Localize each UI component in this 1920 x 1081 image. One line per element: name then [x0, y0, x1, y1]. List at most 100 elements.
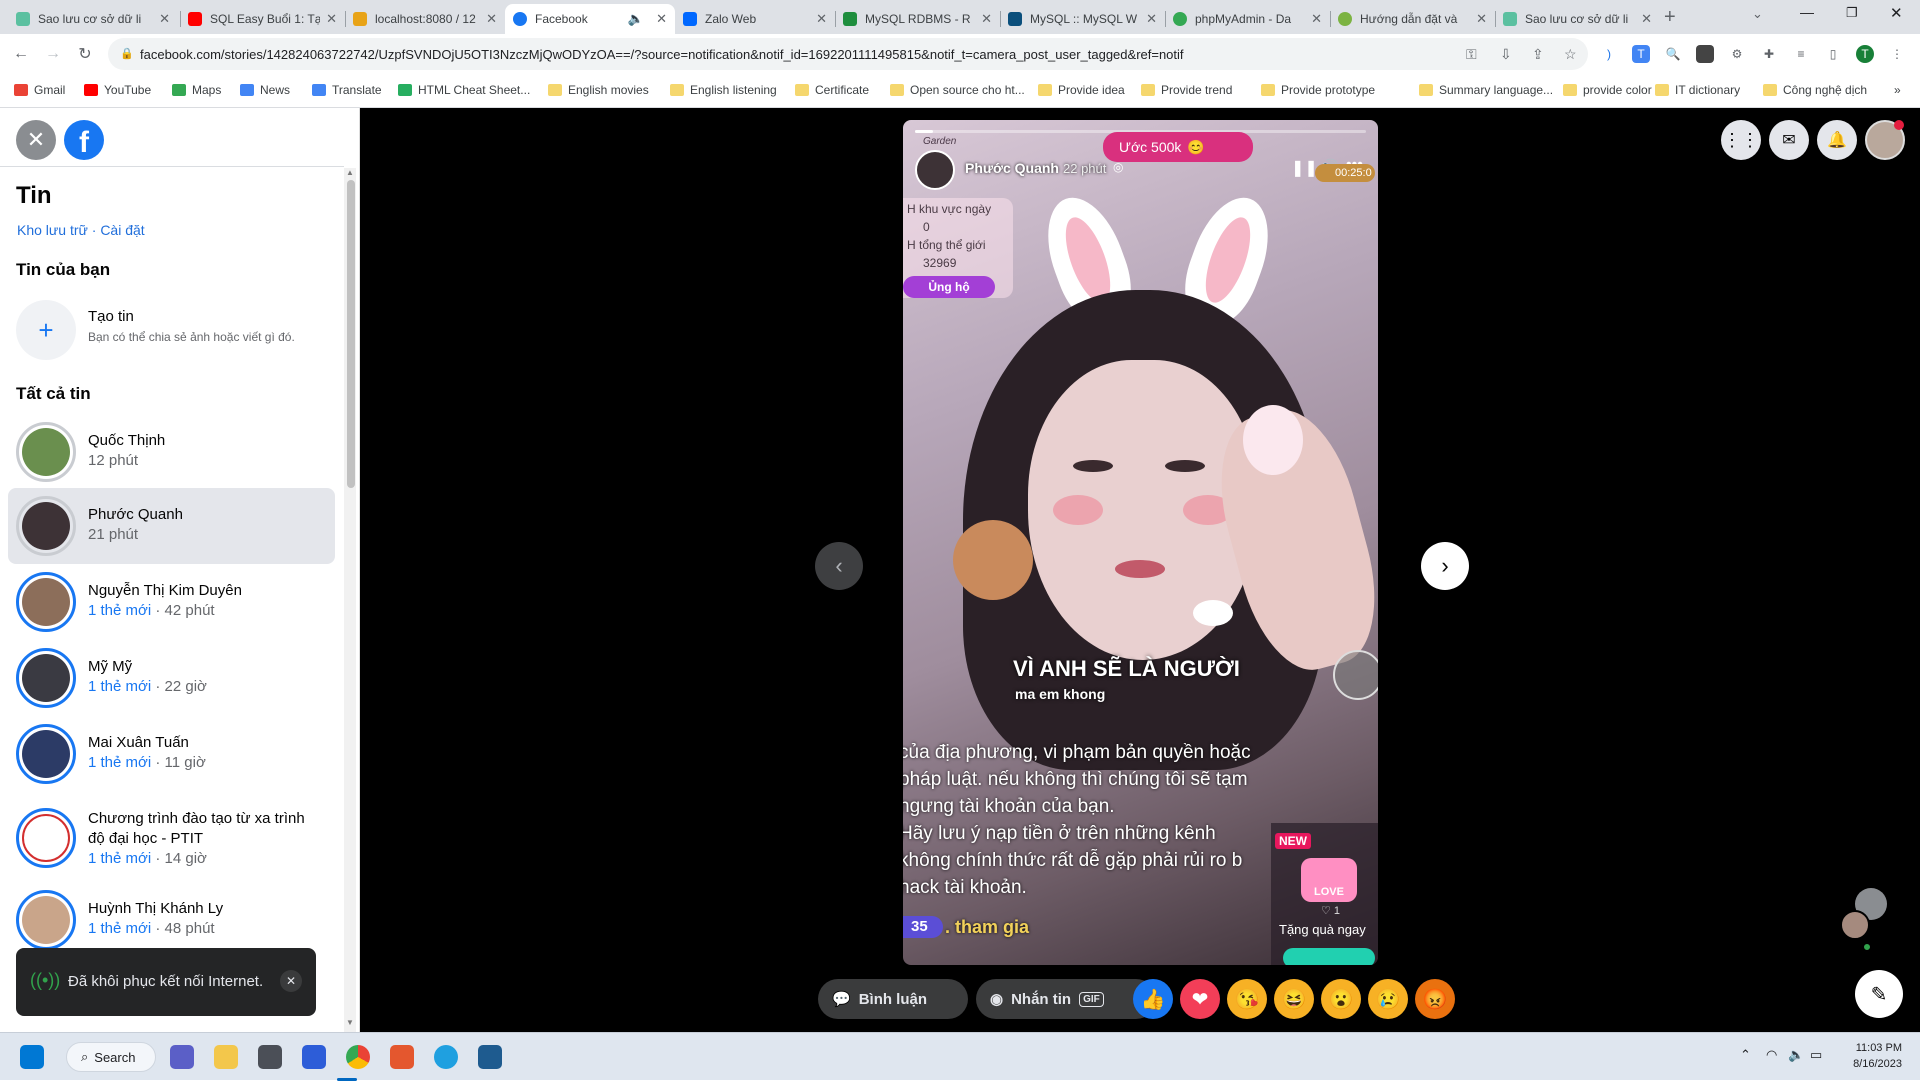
- restore-button[interactable]: ❐: [1846, 5, 1858, 21]
- bookmark-item[interactable]: News: [240, 83, 290, 97]
- bookmark-item[interactable]: Provide idea: [1038, 83, 1125, 97]
- bookmark-item[interactable]: Provide trend: [1141, 83, 1232, 97]
- story-list-item[interactable]: Mai Xuân Tuấn 1 thẻ mới · 11 giờ: [8, 716, 335, 792]
- menu-grid-icon[interactable]: ⋮⋮: [1721, 120, 1761, 160]
- tab-8[interactable]: phpMyAdmin - Da ✕: [1165, 4, 1330, 34]
- archive-settings-links[interactable]: Kho lưu trữ · Cài đặt: [17, 222, 145, 238]
- more-bookmarks-button[interactable]: »: [1894, 83, 1901, 97]
- key-icon[interactable]: ⚿: [1466, 46, 1477, 63]
- wifi-tray-icon[interactable]: ◠: [1766, 1047, 1777, 1063]
- minimize-button[interactable]: —: [1800, 4, 1814, 20]
- tab-1[interactable]: Sao lưu cơ sở dữ li ✕: [8, 4, 178, 34]
- story-list-item[interactable]: Mỹ Mỹ 1 thẻ mới · 22 giờ: [8, 640, 335, 716]
- bookmark-item[interactable]: Summary language...: [1419, 83, 1553, 97]
- teams-icon[interactable]: [170, 1045, 194, 1069]
- tab-6[interactable]: MySQL RDBMS - R ✕: [835, 4, 1000, 34]
- app-icon[interactable]: [390, 1045, 414, 1069]
- close-tab-icon[interactable]: ✕: [981, 11, 992, 27]
- bookmark-item[interactable]: Gmail: [14, 83, 65, 97]
- close-tab-icon[interactable]: ✕: [656, 11, 667, 27]
- close-tab-icon[interactable]: ✕: [816, 11, 827, 27]
- bookmark-item[interactable]: Provide prototype: [1261, 83, 1375, 97]
- message-input[interactable]: ◉ Nhắn tin GIF: [976, 979, 1156, 1019]
- profile-avatar[interactable]: T: [1856, 45, 1874, 63]
- media-control-icon[interactable]: ≡: [1792, 45, 1810, 63]
- bookmark-item[interactable]: HTML Cheat Sheet...: [398, 83, 530, 97]
- reaction-haha-icon[interactable]: 😆: [1274, 979, 1314, 1019]
- edge-icon[interactable]: [434, 1045, 458, 1069]
- author-avatar[interactable]: [915, 150, 955, 190]
- close-toast-icon[interactable]: ✕: [280, 970, 302, 992]
- reaction-love-icon[interactable]: ❤: [1180, 979, 1220, 1019]
- reaction-wow-icon[interactable]: 😮: [1321, 979, 1361, 1019]
- scrollbar-thumb[interactable]: [347, 180, 355, 488]
- chrome-icon[interactable]: [346, 1045, 370, 1069]
- bookmark-star-icon[interactable]: ☆: [1564, 46, 1577, 63]
- close-tab-icon[interactable]: ✕: [486, 11, 497, 27]
- close-tab-icon[interactable]: ✕: [326, 11, 337, 27]
- windows-start-icon[interactable]: [20, 1045, 44, 1069]
- facebook-logo[interactable]: f: [64, 120, 104, 160]
- side-panel-icon[interactable]: ▯: [1824, 45, 1842, 63]
- address-bar[interactable]: 🔒 facebook.com/stories/142824063722742/U…: [108, 38, 1588, 70]
- new-tab-button[interactable]: +: [1664, 6, 1676, 29]
- next-story-button[interactable]: ›: [1421, 542, 1469, 590]
- story-list-item[interactable]: Quốc Thịnh 12 phút: [8, 414, 335, 490]
- bookmark-item[interactable]: Certificate: [795, 83, 869, 97]
- scroll-up-arrow[interactable]: ▲: [346, 168, 354, 177]
- viewer-avatar[interactable]: [1840, 910, 1870, 940]
- mysql-workbench-icon[interactable]: [478, 1045, 502, 1069]
- bookmark-item[interactable]: English movies: [548, 83, 649, 97]
- speaker-icon[interactable]: 🔈: [628, 11, 644, 27]
- close-window-button[interactable]: ✕: [1890, 4, 1903, 22]
- zoom-search-icon[interactable]: 🔍: [1664, 45, 1682, 63]
- file-explorer-icon[interactable]: [214, 1045, 238, 1069]
- bookmark-item[interactable]: YouTube: [84, 83, 151, 97]
- tab-10[interactable]: Sao lưu cơ sở dữ li ✕: [1495, 4, 1660, 34]
- chrome-menu-icon[interactable]: ⋮: [1888, 45, 1906, 63]
- close-tab-icon[interactable]: ✕: [1641, 11, 1652, 27]
- messenger-icon[interactable]: ✉: [1769, 120, 1809, 160]
- reaction-care-icon[interactable]: 😘: [1227, 979, 1267, 1019]
- bookmark-item[interactable]: Open source cho ht...: [890, 83, 1025, 97]
- reaction-sad-icon[interactable]: 😢: [1368, 979, 1408, 1019]
- close-tab-icon[interactable]: ✕: [1476, 11, 1487, 27]
- share-icon[interactable]: ⇪: [1532, 46, 1544, 63]
- forward-arrow-icon[interactable]: →: [42, 43, 64, 65]
- tab-5[interactable]: Zalo Web ✕: [675, 4, 835, 34]
- app-icon[interactable]: [302, 1045, 326, 1069]
- create-story-title[interactable]: Tạo tin: [88, 308, 134, 325]
- story-card[interactable]: Ước 500k 😊 Garden Phước Quanh 22 phút ◎ ❚…: [903, 120, 1378, 965]
- create-story-plus-icon[interactable]: +: [16, 300, 76, 360]
- bookmark-item[interactable]: English listening: [670, 83, 777, 97]
- extension-icon[interactable]: ): [1600, 45, 1618, 63]
- tray-chevron-icon[interactable]: ⌃: [1740, 1047, 1751, 1063]
- battery-tray-icon[interactable]: ▭: [1810, 1047, 1822, 1063]
- app-icon[interactable]: [258, 1045, 282, 1069]
- reaction-like-icon[interactable]: 👍: [1133, 979, 1173, 1019]
- notifications-bell-icon[interactable]: 🔔: [1817, 120, 1857, 160]
- tab-facebook-active[interactable]: Facebook 🔈 ✕: [505, 4, 675, 34]
- translate-extension-icon[interactable]: T: [1632, 45, 1650, 63]
- close-icon[interactable]: ✕: [16, 120, 56, 160]
- tab-9[interactable]: Hướng dẫn đặt và ✕: [1330, 4, 1495, 34]
- gif-icon[interactable]: GIF: [1079, 991, 1104, 1007]
- story-list-item[interactable]: Nguyễn Thị Kim Duyên 1 thẻ mới · 42 phút: [8, 564, 335, 640]
- bookmark-item[interactable]: IT dictionary: [1655, 83, 1740, 97]
- tab-7[interactable]: MySQL :: MySQL W ✕: [1000, 4, 1165, 34]
- previous-story-button[interactable]: ‹: [815, 542, 863, 590]
- story-list-item[interactable]: Huỳnh Thị Khánh Ly 1 thẻ mới · 48 phút: [8, 882, 335, 958]
- tab-2[interactable]: SQL Easy Buổi 1: Tạ ✕: [180, 4, 345, 34]
- taskbar-search-box[interactable]: ⌕ Search: [66, 1042, 156, 1072]
- clock-date[interactable]: 8/16/2023: [1842, 1058, 1902, 1070]
- new-message-icon[interactable]: ✎: [1855, 970, 1903, 1018]
- volume-tray-icon[interactable]: 🔈: [1788, 1047, 1804, 1063]
- pause-icon[interactable]: ❚❚: [1291, 158, 1318, 178]
- back-arrow-icon[interactable]: ←: [10, 43, 32, 65]
- scroll-down-arrow[interactable]: ▼: [346, 1018, 354, 1027]
- tab-search-icon[interactable]: ⌄: [1752, 6, 1763, 22]
- comment-button[interactable]: 💬 Bình luận: [818, 979, 968, 1019]
- story-list-item[interactable]: Phước Quanh 21 phút: [8, 488, 335, 564]
- close-tab-icon[interactable]: ✕: [1146, 11, 1157, 27]
- close-tab-icon[interactable]: ✕: [159, 11, 170, 27]
